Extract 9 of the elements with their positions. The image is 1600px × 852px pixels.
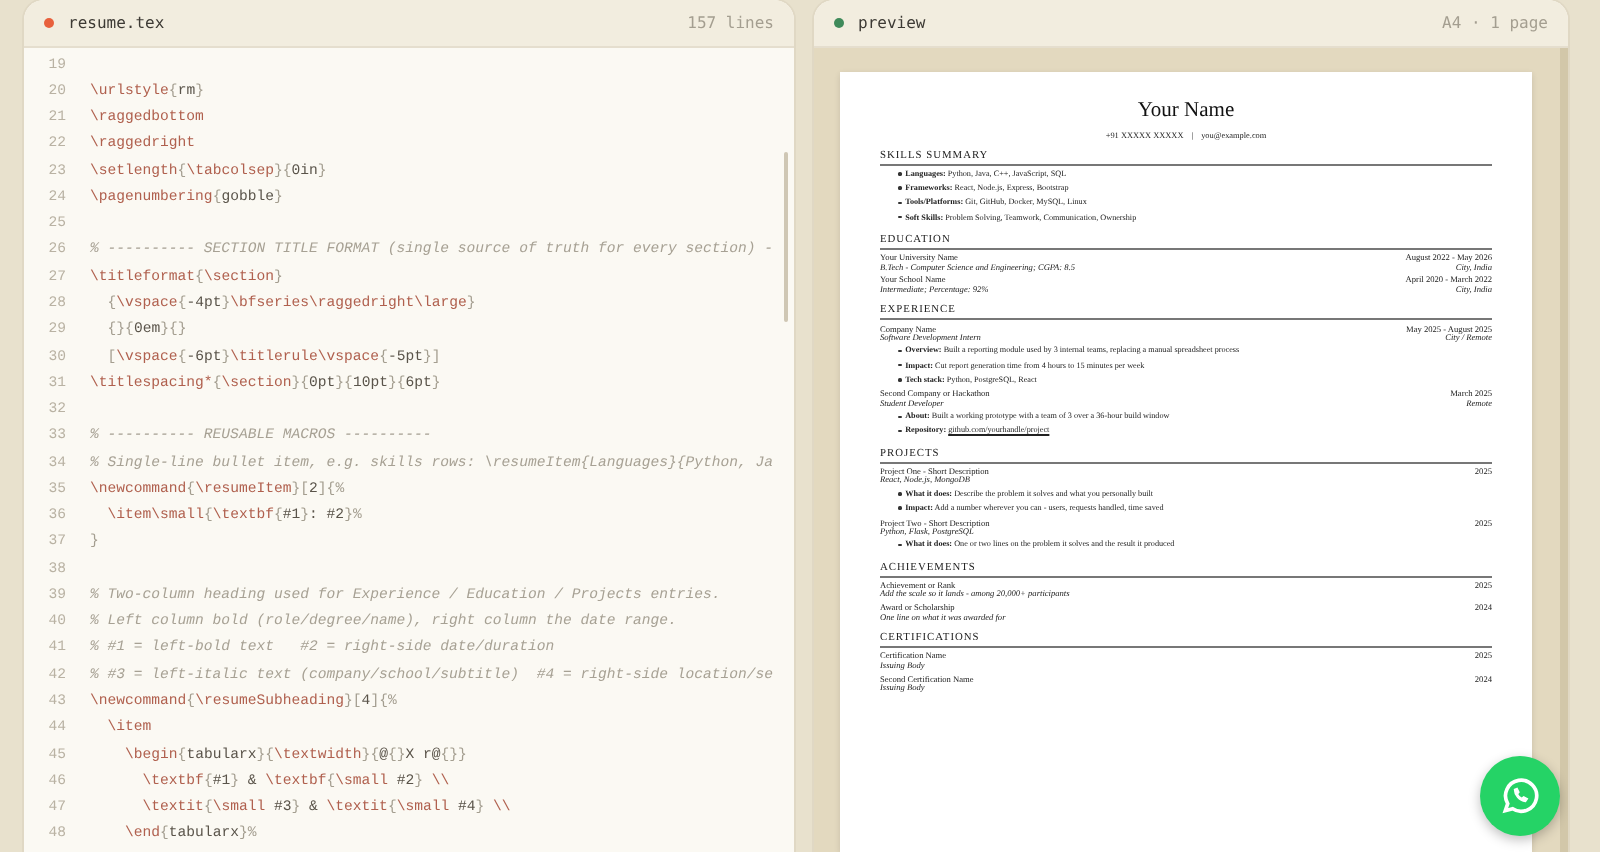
status-dot-icon <box>834 18 844 28</box>
chat-icon <box>1498 774 1542 818</box>
line-count: 157 lines <box>687 14 774 32</box>
unsaved-dot-icon <box>44 18 54 28</box>
preview-title: preview <box>858 14 926 32</box>
resume-name: Your Name <box>1135 100 1237 124</box>
scrollbar-thumb[interactable] <box>784 152 788 322</box>
page-info: A4 · 1 page <box>1442 14 1548 32</box>
file-name: resume.tex <box>68 14 165 32</box>
